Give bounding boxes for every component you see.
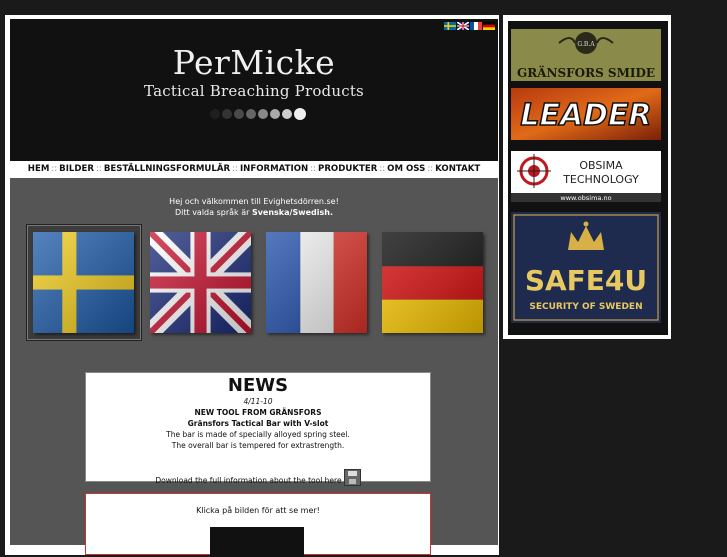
slide-dot-8[interactable] [294, 108, 306, 120]
welcome-line: Hej och välkommen till Evighetsdörren.se… [169, 197, 339, 206]
nav-item-hem[interactable]: HEM [28, 164, 50, 174]
news-date: 4/11-10 [243, 397, 273, 406]
news-download: Download the full information about the … [86, 469, 430, 486]
flag-german-icon[interactable] [382, 232, 483, 333]
nav-separator: :: [427, 164, 434, 174]
slide-dot-7[interactable] [282, 109, 292, 119]
promo-text: Klicka på bilden för att se mer! [196, 506, 320, 515]
nav-item-information[interactable]: INFORMATION [240, 164, 308, 174]
brand-subtitle: Tactical Breaching Products [144, 82, 364, 100]
nav-item-om-oss[interactable]: OM OSS [387, 164, 425, 174]
slide-dot-4[interactable] [246, 109, 256, 119]
obsima-line2: TECHNOLOGY [562, 173, 639, 186]
slide-dot-3[interactable] [234, 109, 244, 119]
ad-safe4u[interactable]: SAFE4U SECURITY OF SWEDEN [511, 212, 661, 323]
nav-separator: :: [96, 164, 102, 174]
nav-separator: :: [310, 164, 317, 174]
floppy-disk-icon[interactable] [343, 469, 361, 486]
news-line-2: The overall bar is tempered for extrastr… [171, 441, 345, 450]
language-prefix: Ditt valda språk är [175, 208, 252, 217]
flag-swedish-icon[interactable] [33, 232, 134, 333]
language-mini-flags [444, 22, 495, 30]
mini-flag-german-icon[interactable] [483, 22, 495, 30]
leader-text: LEADER [520, 98, 651, 133]
mini-flag-english-icon[interactable] [457, 22, 469, 30]
flag-french-icon[interactable] [266, 232, 367, 333]
news-title: NEWS [227, 375, 289, 396]
slide-dot-1[interactable] [210, 109, 220, 119]
news-subheadline: Gränsfors Tactical Bar with V-slot [187, 419, 329, 428]
news-box: NEWS 4/11-10 NEW TOOL FROM GRÄNSFORS Grä… [85, 372, 431, 486]
obsima-line1: OBSIMA [579, 159, 623, 172]
safe4u-title: SAFE4U [525, 264, 647, 297]
mini-flag-swedish-icon[interactable] [444, 22, 456, 30]
nav-separator: :: [51, 164, 58, 174]
main-nav: HEM:: BILDER:: BESTÄLLNINGSFORMULÄR:: INFOR… [10, 161, 498, 178]
nav-item-bestallningsformular[interactable]: BESTÄLLNINGSFORMULÄR [104, 164, 230, 174]
obsima-url: www.obsima.no [560, 194, 611, 202]
gransfors-text: GRÄNSFORS SMIDE [517, 65, 655, 80]
nav-item-produkter[interactable]: PRODUKTER [318, 164, 377, 174]
welcome-message: Hej och välkommen till Evighetsdörren.se… [10, 196, 498, 218]
news-download-text: Download the full information about the … [155, 476, 342, 485]
news-line-1: The bar is made of specially alloyed spr… [166, 430, 350, 439]
site-header: PerMicke Tactical Breaching Products [10, 19, 498, 161]
safe4u-sub: SECURITY OF SWEDEN [529, 302, 642, 312]
slide-dot-6[interactable] [270, 109, 280, 119]
language-line: Ditt valda språk är Svenska/Swedish. [10, 207, 498, 218]
slide-dot-5[interactable] [258, 109, 268, 119]
ad-obsima[interactable]: OBSIMA TECHNOLOGY www.obsima.no [511, 151, 661, 202]
slideshow-dots [210, 108, 306, 120]
promo-box: Klicka på bilden för att se mer! [85, 493, 431, 557]
flag-english-icon[interactable] [150, 232, 251, 333]
brand-name: PerMicke [172, 43, 336, 82]
nav-item-kontakt[interactable]: KONTAKT [435, 164, 480, 174]
ad-gransfors-smide[interactable]: G.B.A GRÄNSFORS SMIDE [511, 29, 661, 81]
nav-separator: :: [232, 164, 238, 174]
mini-flag-french-icon[interactable] [470, 22, 482, 30]
ad-leader[interactable]: LEADER [511, 88, 661, 140]
nav-item-bilder[interactable]: BILDER [59, 164, 94, 174]
content-area: Hej och välkommen till Evighetsdörren.se… [10, 178, 498, 557]
gransfors-badge: G.B.A [577, 41, 595, 48]
slide-dot-2[interactable] [222, 109, 232, 119]
promo-image[interactable] [210, 527, 304, 557]
news-headline: NEW TOOL FROM GRÄNSFORS [194, 408, 322, 417]
selected-language: Svenska/Swedish. [251, 208, 333, 217]
nav-separator: :: [379, 164, 386, 174]
